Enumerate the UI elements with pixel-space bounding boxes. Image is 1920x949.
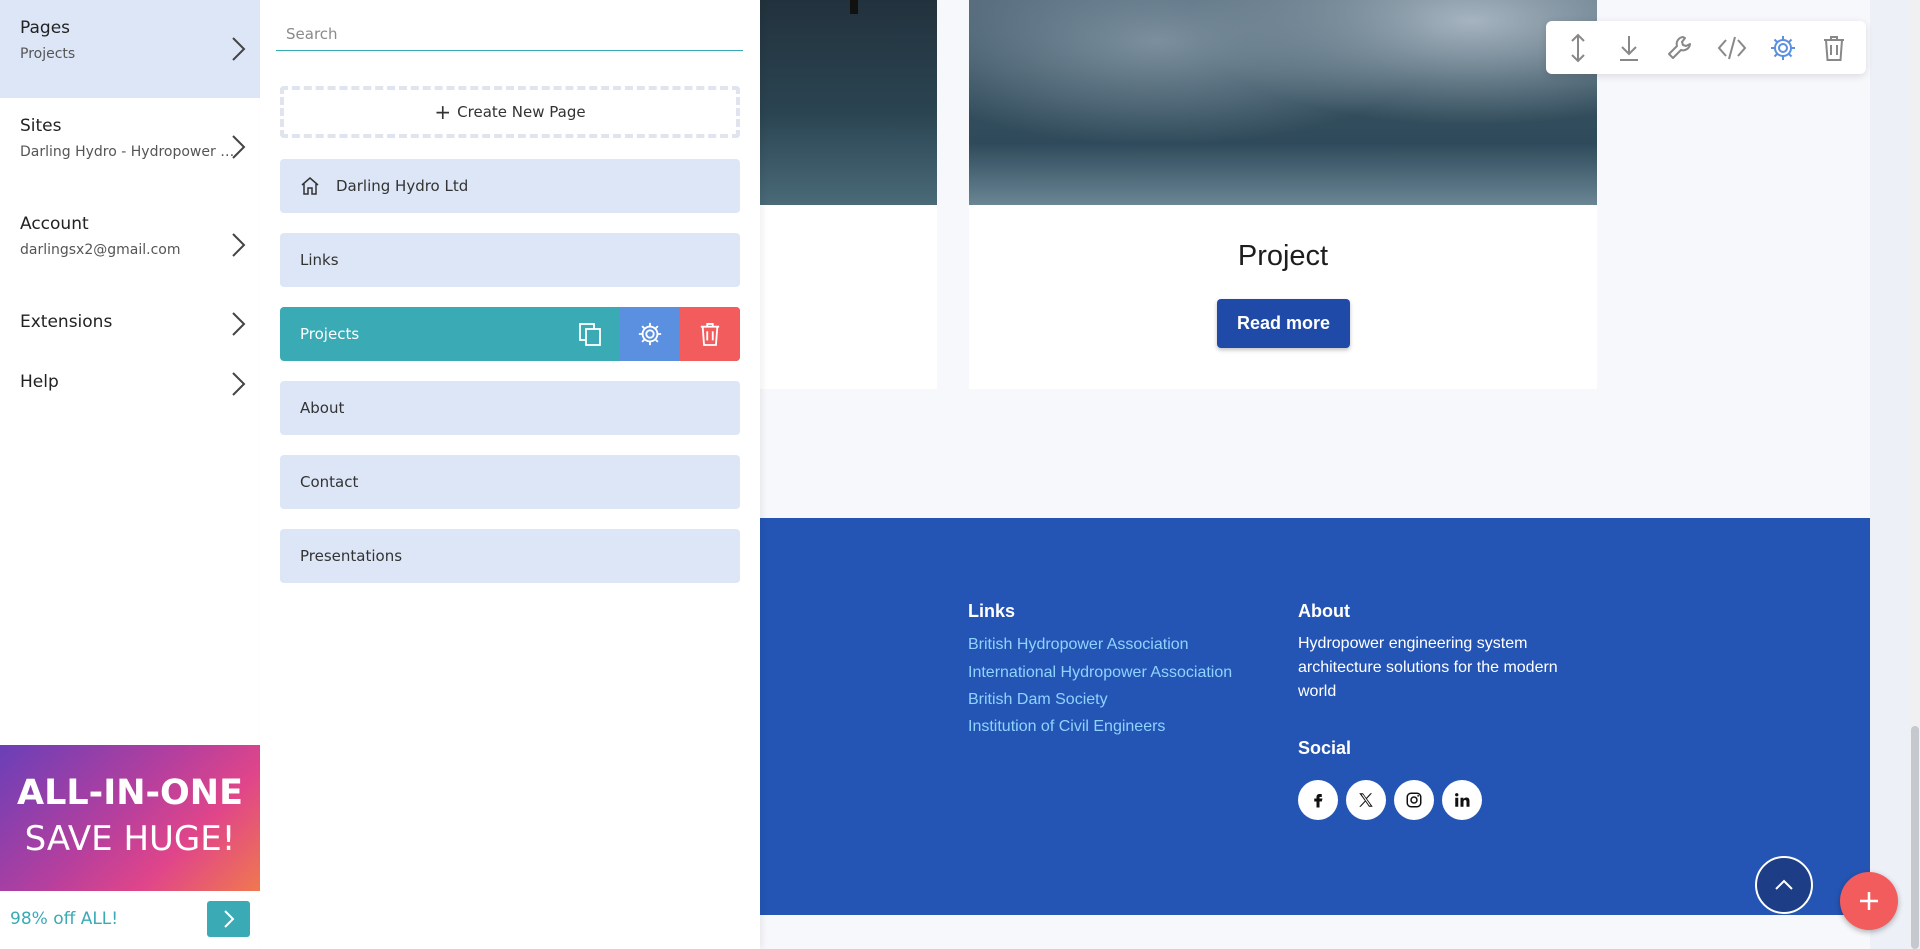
nav-item-title: Pages bbox=[20, 18, 71, 38]
read-more-button[interactable]: Read more bbox=[1217, 299, 1350, 348]
home-icon bbox=[301, 177, 319, 195]
nav-item-title: Account bbox=[20, 214, 89, 234]
footer-links-heading: Links bbox=[968, 601, 1016, 621]
project-image bbox=[969, 0, 1597, 205]
page-item-label: Darling Hydro Ltd bbox=[336, 177, 469, 195]
back-to-top-button[interactable] bbox=[1755, 856, 1813, 914]
chevron-right-icon bbox=[232, 37, 246, 61]
page-item-label: About bbox=[300, 399, 345, 417]
page-item-home[interactable]: Darling Hydro Ltd bbox=[280, 159, 740, 213]
footer-about-heading: About bbox=[1298, 601, 1350, 621]
project-card: Project Read more bbox=[969, 0, 1597, 389]
nav-item-help[interactable]: Help bbox=[0, 354, 260, 414]
create-new-page-label: Create New Page bbox=[457, 103, 586, 121]
page-item-label: Contact bbox=[300, 473, 359, 491]
duplicate-page-button[interactable] bbox=[560, 307, 620, 361]
card-title: Project bbox=[1237, 240, 1329, 272]
chevron-right-icon bbox=[223, 910, 234, 928]
footer-link[interactable]: International Hydropower Association bbox=[968, 664, 1232, 682]
create-new-page-button[interactable]: + Create New Page bbox=[280, 86, 740, 138]
nav-item-account[interactable]: Account darlingsx2@gmail.com bbox=[0, 196, 260, 294]
facebook-icon[interactable] bbox=[1298, 780, 1338, 820]
chevron-right-icon bbox=[232, 372, 246, 396]
download-icon[interactable] bbox=[1609, 28, 1649, 68]
move-vertical-icon[interactable] bbox=[1558, 28, 1598, 68]
chevron-up-icon bbox=[1775, 879, 1793, 890]
promo-button[interactable] bbox=[207, 901, 250, 937]
page-item-projects[interactable]: Projects bbox=[280, 307, 740, 361]
trash-icon[interactable] bbox=[1814, 28, 1854, 68]
page-item-about[interactable]: About bbox=[280, 381, 740, 435]
plus-icon bbox=[1860, 892, 1878, 910]
promo-text: 98% off ALL! bbox=[10, 909, 119, 929]
page-item-label: Links bbox=[300, 251, 339, 269]
gear-icon bbox=[638, 322, 662, 346]
footer-link[interactable]: British Dam Society bbox=[968, 691, 1108, 709]
promo-headline: ALL-IN-ONE bbox=[16, 773, 243, 813]
nav-item-subtitle: darlingsx2@gmail.com bbox=[20, 242, 181, 258]
x-icon[interactable] bbox=[1346, 780, 1386, 820]
footer-link[interactable]: British Hydropower Association bbox=[968, 636, 1189, 654]
footer-social-heading: Social bbox=[1298, 738, 1352, 758]
project-card-left bbox=[760, 0, 937, 389]
nav-item-extensions[interactable]: Extensions bbox=[0, 294, 260, 354]
main-sidebar: Pages Projects Sites Darling Hydro - Hyd… bbox=[0, 0, 260, 949]
promo-banner[interactable]: ALL-IN-ONE SAVE HUGE! 98% off ALL! bbox=[0, 745, 260, 949]
promo-subheadline: SAVE HUGE! bbox=[24, 819, 236, 859]
delete-page-button[interactable] bbox=[680, 307, 740, 361]
chevron-right-icon bbox=[232, 233, 246, 257]
block-toolbar bbox=[1546, 21, 1866, 74]
promo-image[interactable]: ALL-IN-ONE SAVE HUGE! bbox=[0, 745, 260, 891]
nav-item-title: Help bbox=[20, 372, 59, 392]
site-preview: Project Read more Links British Hydropow… bbox=[760, 0, 1870, 949]
copy-icon bbox=[579, 323, 601, 346]
add-block-button[interactable] bbox=[1840, 872, 1898, 930]
nav-item-title: Extensions bbox=[20, 312, 113, 332]
scrollbar-thumb[interactable] bbox=[1911, 726, 1919, 949]
code-icon[interactable] bbox=[1712, 28, 1752, 68]
chevron-right-icon bbox=[232, 312, 246, 336]
nav-item-sites[interactable]: Sites Darling Hydro - Hydropower enginee… bbox=[0, 98, 260, 196]
search-input[interactable] bbox=[276, 18, 743, 51]
site-footer: Links British Hydropower Association Int… bbox=[760, 518, 1870, 915]
footer-about-text: Hydropower engineering system architectu… bbox=[1298, 635, 1558, 700]
page-item-contact[interactable]: Contact bbox=[280, 455, 740, 509]
chevron-right-icon bbox=[232, 135, 246, 159]
nav-item-subtitle: Darling Hydro - Hydropower engineering bbox=[20, 144, 240, 160]
linkedin-icon[interactable] bbox=[1442, 780, 1482, 820]
nav-item-subtitle: Projects bbox=[20, 46, 76, 62]
page-item-presentations[interactable]: Presentations bbox=[280, 529, 740, 583]
project-image-left bbox=[760, 0, 937, 205]
footer-link[interactable]: Institution of Civil Engineers bbox=[968, 718, 1165, 736]
pages-panel: + Create New Page Darling Hydro Ltd Link… bbox=[260, 0, 760, 949]
page-settings-button[interactable] bbox=[620, 307, 680, 361]
nav-item-pages[interactable]: Pages Projects bbox=[0, 0, 260, 98]
page-item-label: Projects bbox=[300, 325, 360, 343]
page-row-actions bbox=[560, 307, 740, 361]
plus-icon: + bbox=[434, 100, 452, 124]
gear-icon[interactable] bbox=[1763, 28, 1803, 68]
page-item-label: Presentations bbox=[300, 547, 403, 565]
trash-icon bbox=[700, 323, 720, 346]
instagram-icon[interactable] bbox=[1394, 780, 1434, 820]
wrench-icon[interactable] bbox=[1660, 28, 1700, 68]
page-item-links[interactable]: Links bbox=[280, 233, 740, 287]
nav-item-title: Sites bbox=[20, 116, 62, 136]
